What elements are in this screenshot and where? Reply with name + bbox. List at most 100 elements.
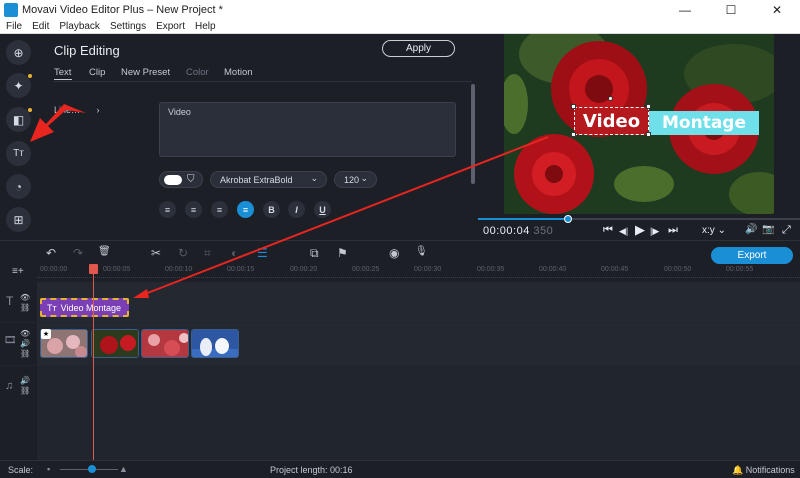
undo-icon[interactable]: ↶ xyxy=(46,246,56,260)
align-left-icon[interactable]: ≡ xyxy=(159,201,176,218)
video-player[interactable]: Video Montage xyxy=(504,34,774,214)
delete-icon[interactable]: 🗑 xyxy=(98,246,111,257)
rotate-icon: ↻ xyxy=(178,246,189,260)
new-badge xyxy=(28,108,32,112)
next-frame-icon[interactable]: |▶ xyxy=(650,226,659,237)
skip-to-end-icon[interactable]: ⏭ xyxy=(668,224,678,237)
caption-word-video[interactable]: Video xyxy=(574,107,649,135)
bold-icon[interactable]: B xyxy=(263,201,280,218)
apply-button[interactable]: Apply xyxy=(382,40,455,57)
timeline-toolbar: ↶ ↷ 🗑 ✂ ↻ ⌗ ◐ ☰ ⧉ ⚑ ◉ 🎙 Export xyxy=(0,240,800,264)
resize-handle[interactable] xyxy=(571,132,576,137)
zoom-out-icon[interactable]: ▪ xyxy=(47,464,50,474)
fullscreen-icon[interactable]: ⤢ xyxy=(782,224,791,237)
microphone-icon[interactable]: 🎙 xyxy=(415,246,428,257)
play-icon[interactable]: ▶ xyxy=(635,222,645,238)
menu-playback[interactable]: Playback xyxy=(59,21,100,32)
stickers-icon[interactable]: ◔ xyxy=(6,174,31,199)
scale-slider[interactable] xyxy=(60,465,118,473)
fill-color-toggle[interactable]: ⛉ xyxy=(159,171,203,188)
tab-text[interactable]: Text xyxy=(54,67,71,78)
timeline-ruler[interactable]: 00:00:00 00:00:05 00:00:10 00:00:15 00:0… xyxy=(37,264,800,282)
notifications-button[interactable]: 🔔 Notifications xyxy=(732,465,795,476)
maximize-button[interactable]: ☐ xyxy=(708,0,754,20)
video-clip-4[interactable] xyxy=(191,329,239,358)
video-clip-3[interactable] xyxy=(141,329,189,358)
clip-properties-icon[interactable]: ☰ xyxy=(257,246,268,260)
menu-edit[interactable]: Edit xyxy=(32,21,49,32)
previous-frame-icon[interactable]: ◀| xyxy=(619,226,628,237)
rotate-handle[interactable] xyxy=(608,96,613,101)
align-center-icon[interactable]: ≡ xyxy=(185,201,202,218)
playhead-line[interactable] xyxy=(93,270,94,460)
timecode: 00:00:04 350 xyxy=(483,225,553,237)
link-icon[interactable]: ⛓ xyxy=(20,303,30,312)
video-clip-2[interactable] xyxy=(91,329,139,358)
resize-handle[interactable] xyxy=(646,132,651,137)
close-button[interactable]: ✕ xyxy=(754,0,800,20)
volume-icon[interactable]: 🔊 xyxy=(20,376,30,385)
aspect-ratio-dropdown[interactable]: x:y ⌄ xyxy=(702,225,726,236)
align-justify-icon[interactable]: ≡ xyxy=(237,201,254,218)
aspect-ratio-value: x:y xyxy=(702,225,715,236)
titles-icon[interactable]: Tт xyxy=(6,141,31,166)
tab-new-preset[interactable]: New Preset xyxy=(121,67,170,78)
align-right-icon[interactable]: ≡ xyxy=(211,201,228,218)
audio-track-lane[interactable] xyxy=(37,366,800,460)
color-adjust-icon: ◐ xyxy=(231,246,239,260)
title-text-input[interactable]: Video xyxy=(159,102,456,157)
export-button[interactable]: Export xyxy=(711,247,793,264)
titles-icon: Tт xyxy=(47,302,57,313)
visibility-icon[interactable]: 👁 xyxy=(20,329,30,338)
scale-label: Scale: xyxy=(8,465,34,475)
progress-knob[interactable] xyxy=(564,215,573,223)
resize-handle[interactable] xyxy=(571,104,576,109)
visibility-icon[interactable]: 👁 xyxy=(20,293,30,302)
record-icon[interactable]: ◉ xyxy=(389,246,399,260)
clip-thumbnail xyxy=(142,330,188,357)
add-track-icon[interactable]: ≡+ xyxy=(12,266,24,277)
transition-wizard-icon[interactable]: ⧉ xyxy=(310,246,319,261)
more-tools-icon[interactable]: ⊞ xyxy=(6,207,31,232)
underline-icon[interactable]: U xyxy=(314,201,331,218)
menu-file[interactable]: File xyxy=(6,21,22,32)
ruler-tick-label: 00:00:15 xyxy=(227,266,255,273)
resize-handle[interactable] xyxy=(646,104,651,109)
skip-to-start-icon[interactable]: ⏮ xyxy=(603,224,613,237)
import-icon[interactable]: ⊕ xyxy=(6,40,31,65)
link-icon[interactable]: ⛓ xyxy=(20,349,30,358)
tabs-divider xyxy=(54,81,472,82)
notifications-label: Notifications xyxy=(745,465,795,475)
redo-icon: ↷ xyxy=(73,246,84,260)
menu-settings[interactable]: Settings xyxy=(110,21,146,32)
snapshot-icon[interactable]: 📷 xyxy=(762,224,774,235)
ruler-tick-label: 00:00:10 xyxy=(165,266,193,273)
cut-icon[interactable]: ✂ xyxy=(151,246,161,260)
caption-word-montage[interactable]: Montage xyxy=(649,111,759,135)
link-icon[interactable]: ⛓ xyxy=(20,386,30,395)
text-track-lane[interactable]: Tт Video Montage xyxy=(37,282,800,322)
scale-slider-knob[interactable] xyxy=(87,465,96,473)
playback-progress-bar[interactable] xyxy=(478,215,800,223)
menu-export[interactable]: Export xyxy=(156,21,185,32)
italic-icon[interactable]: I xyxy=(288,201,305,218)
zoom-in-icon[interactable]: ▲ xyxy=(119,464,128,474)
minimize-button[interactable]: — xyxy=(662,0,708,20)
menu-help[interactable]: Help xyxy=(195,21,216,32)
chevron-right-icon: › xyxy=(96,105,100,115)
volume-icon[interactable]: 🔊 xyxy=(20,339,30,348)
ruler-ticks xyxy=(37,277,800,281)
clip-editing-panel: Clip Editing Apply Text Clip New Preset … xyxy=(37,34,478,240)
font-size-dropdown[interactable]: 120 ⌄ xyxy=(334,171,377,188)
tab-clip[interactable]: Clip xyxy=(89,67,105,78)
tab-motion[interactable]: Motion xyxy=(224,67,253,78)
font-family-dropdown[interactable]: Akrobat ExtraBold ⌄ xyxy=(210,171,327,188)
volume-icon[interactable]: 🔊 xyxy=(745,224,757,235)
preview-pane: Video Montage 00:00:04 350 ⏮ ◀| ▶ |▶ ⏭ x… xyxy=(478,34,800,240)
panel-scrollbar[interactable] xyxy=(471,84,475,184)
active-tab-indicator xyxy=(54,79,72,80)
preset-label[interactable]: Line… › xyxy=(54,105,100,115)
marker-icon[interactable]: ⚑ xyxy=(337,246,348,260)
text-clip[interactable]: Tт Video Montage xyxy=(40,298,129,317)
video-track-lane[interactable]: ★ xyxy=(37,323,800,365)
